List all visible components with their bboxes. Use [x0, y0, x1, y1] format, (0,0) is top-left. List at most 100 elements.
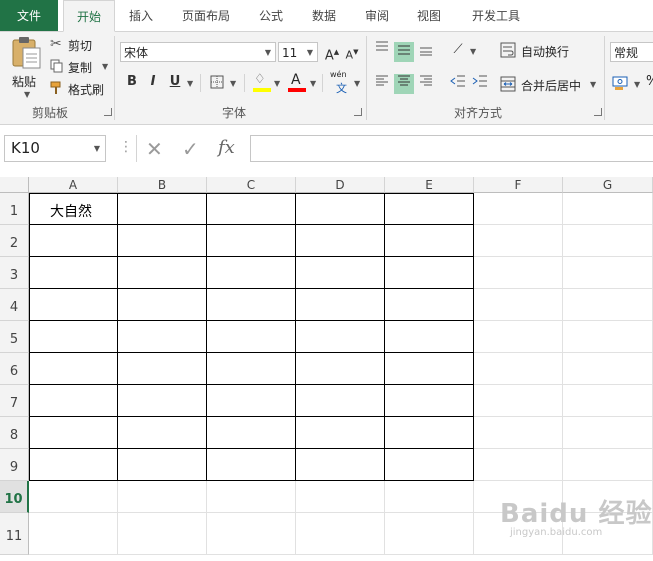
paste-dropdown-icon[interactable]: ▼ [24, 90, 30, 99]
merge-center-button[interactable]: 合并后居中 ▼ [500, 74, 600, 94]
cell-a3[interactable] [29, 257, 118, 289]
enter-icon[interactable]: ✓ [182, 137, 199, 161]
cell-e11[interactable] [385, 513, 474, 555]
italic-button[interactable]: I [143, 72, 163, 92]
cell-c7[interactable] [207, 385, 296, 417]
cell-b6[interactable] [118, 353, 207, 385]
cell-g8[interactable] [563, 417, 653, 449]
cell-c6[interactable] [207, 353, 296, 385]
bold-button[interactable]: B [122, 72, 142, 92]
accounting-dropdown-icon[interactable]: ▼ [634, 80, 640, 89]
underline-button[interactable]: U [165, 72, 185, 92]
font-size-combo[interactable]: 11 ▼ [278, 42, 318, 62]
cell-g2[interactable] [563, 225, 653, 257]
cell-g9[interactable] [563, 449, 653, 481]
cell-e2[interactable] [385, 225, 474, 257]
row-header-10[interactable]: 10 [0, 481, 29, 513]
align-right-button[interactable] [416, 74, 436, 94]
cell-c8[interactable] [207, 417, 296, 449]
align-left-button[interactable] [372, 74, 392, 94]
column-header-d[interactable]: D [296, 177, 385, 193]
accounting-format-button[interactable] [612, 74, 632, 94]
cell-a5[interactable] [29, 321, 118, 353]
row-header-4[interactable]: 4 [0, 289, 29, 321]
cell-c1[interactable] [207, 193, 296, 225]
column-header-f[interactable]: F [474, 177, 563, 193]
cell-d3[interactable] [296, 257, 385, 289]
cell-e4[interactable] [385, 289, 474, 321]
cell-e7[interactable] [385, 385, 474, 417]
font-color-dropdown-icon[interactable]: ▼ [310, 79, 316, 88]
tab-formulas[interactable]: 公式 [248, 0, 294, 31]
row-header-9[interactable]: 9 [0, 449, 29, 481]
row-header-1[interactable]: 1 [0, 193, 29, 225]
cell-e6[interactable] [385, 353, 474, 385]
cell-e1[interactable] [385, 193, 474, 225]
cell-f1[interactable] [474, 193, 563, 225]
row-header-3[interactable]: 3 [0, 257, 29, 289]
alignment-launcher-icon[interactable] [594, 108, 602, 116]
row-header-8[interactable]: 8 [0, 417, 29, 449]
cell-g4[interactable] [563, 289, 653, 321]
cell-g7[interactable] [563, 385, 653, 417]
cell-b8[interactable] [118, 417, 207, 449]
cell-a10[interactable] [29, 481, 118, 513]
column-header-b[interactable]: B [118, 177, 207, 193]
cell-a1[interactable]: 大自然 [50, 201, 92, 221]
cell-b2[interactable] [118, 225, 207, 257]
increase-indent-button[interactable] [470, 74, 490, 94]
cell-d10[interactable] [296, 481, 385, 513]
cell-b7[interactable] [118, 385, 207, 417]
tab-developer[interactable]: 开发工具 [462, 0, 530, 31]
tab-home[interactable]: 开始 [63, 0, 115, 32]
cell-c5[interactable] [207, 321, 296, 353]
increase-font-size-button[interactable]: A▲ [322, 42, 342, 63]
cell-d7[interactable] [296, 385, 385, 417]
cell-a4[interactable] [29, 289, 118, 321]
cut-button[interactable]: ✂ 剪切 [50, 36, 110, 54]
cell-f2[interactable] [474, 225, 563, 257]
cell-f9[interactable] [474, 449, 563, 481]
cell-c3[interactable] [207, 257, 296, 289]
cell-b4[interactable] [118, 289, 207, 321]
orientation-dropdown-icon[interactable]: ▼ [470, 47, 476, 56]
fill-color-button[interactable]: ♢ [252, 72, 272, 94]
copy-button[interactable]: 复制 ▼ [50, 58, 112, 76]
cell-f3[interactable] [474, 257, 563, 289]
cell-d6[interactable] [296, 353, 385, 385]
copy-dropdown-icon[interactable]: ▼ [102, 62, 108, 71]
cell-a11[interactable] [29, 513, 118, 555]
align-center-button[interactable] [394, 74, 414, 94]
cell-c4[interactable] [207, 289, 296, 321]
cell-c11[interactable] [207, 513, 296, 555]
cell-b11[interactable] [118, 513, 207, 555]
cell-b3[interactable] [118, 257, 207, 289]
align-middle-button[interactable] [394, 42, 414, 62]
cell-a9[interactable] [29, 449, 118, 481]
cell-f6[interactable] [474, 353, 563, 385]
fill-color-dropdown-icon[interactable]: ▼ [274, 79, 280, 88]
cell-g1[interactable] [563, 193, 653, 225]
cell-d5[interactable] [296, 321, 385, 353]
cell-d8[interactable] [296, 417, 385, 449]
decrease-font-size-button[interactable]: A▼ [342, 42, 362, 62]
cell-g5[interactable] [563, 321, 653, 353]
font-launcher-icon[interactable] [354, 108, 362, 116]
cell-e8[interactable] [385, 417, 474, 449]
cell-b1[interactable] [118, 193, 207, 225]
tab-view[interactable]: 视图 [407, 0, 451, 31]
cell-e3[interactable] [385, 257, 474, 289]
cell-e10[interactable] [385, 481, 474, 513]
cell-a6[interactable] [29, 353, 118, 385]
cell-g3[interactable] [563, 257, 653, 289]
tab-page-layout[interactable]: 页面布局 [172, 0, 240, 31]
column-header-g[interactable]: G [563, 177, 653, 193]
format-painter-button[interactable]: 格式刷 [50, 80, 110, 98]
cell-d2[interactable] [296, 225, 385, 257]
cell-d11[interactable] [296, 513, 385, 555]
cell-b9[interactable] [118, 449, 207, 481]
row-header-7[interactable]: 7 [0, 385, 29, 417]
cell-e5[interactable] [385, 321, 474, 353]
align-bottom-button[interactable] [416, 42, 436, 62]
align-top-button[interactable] [372, 40, 392, 60]
